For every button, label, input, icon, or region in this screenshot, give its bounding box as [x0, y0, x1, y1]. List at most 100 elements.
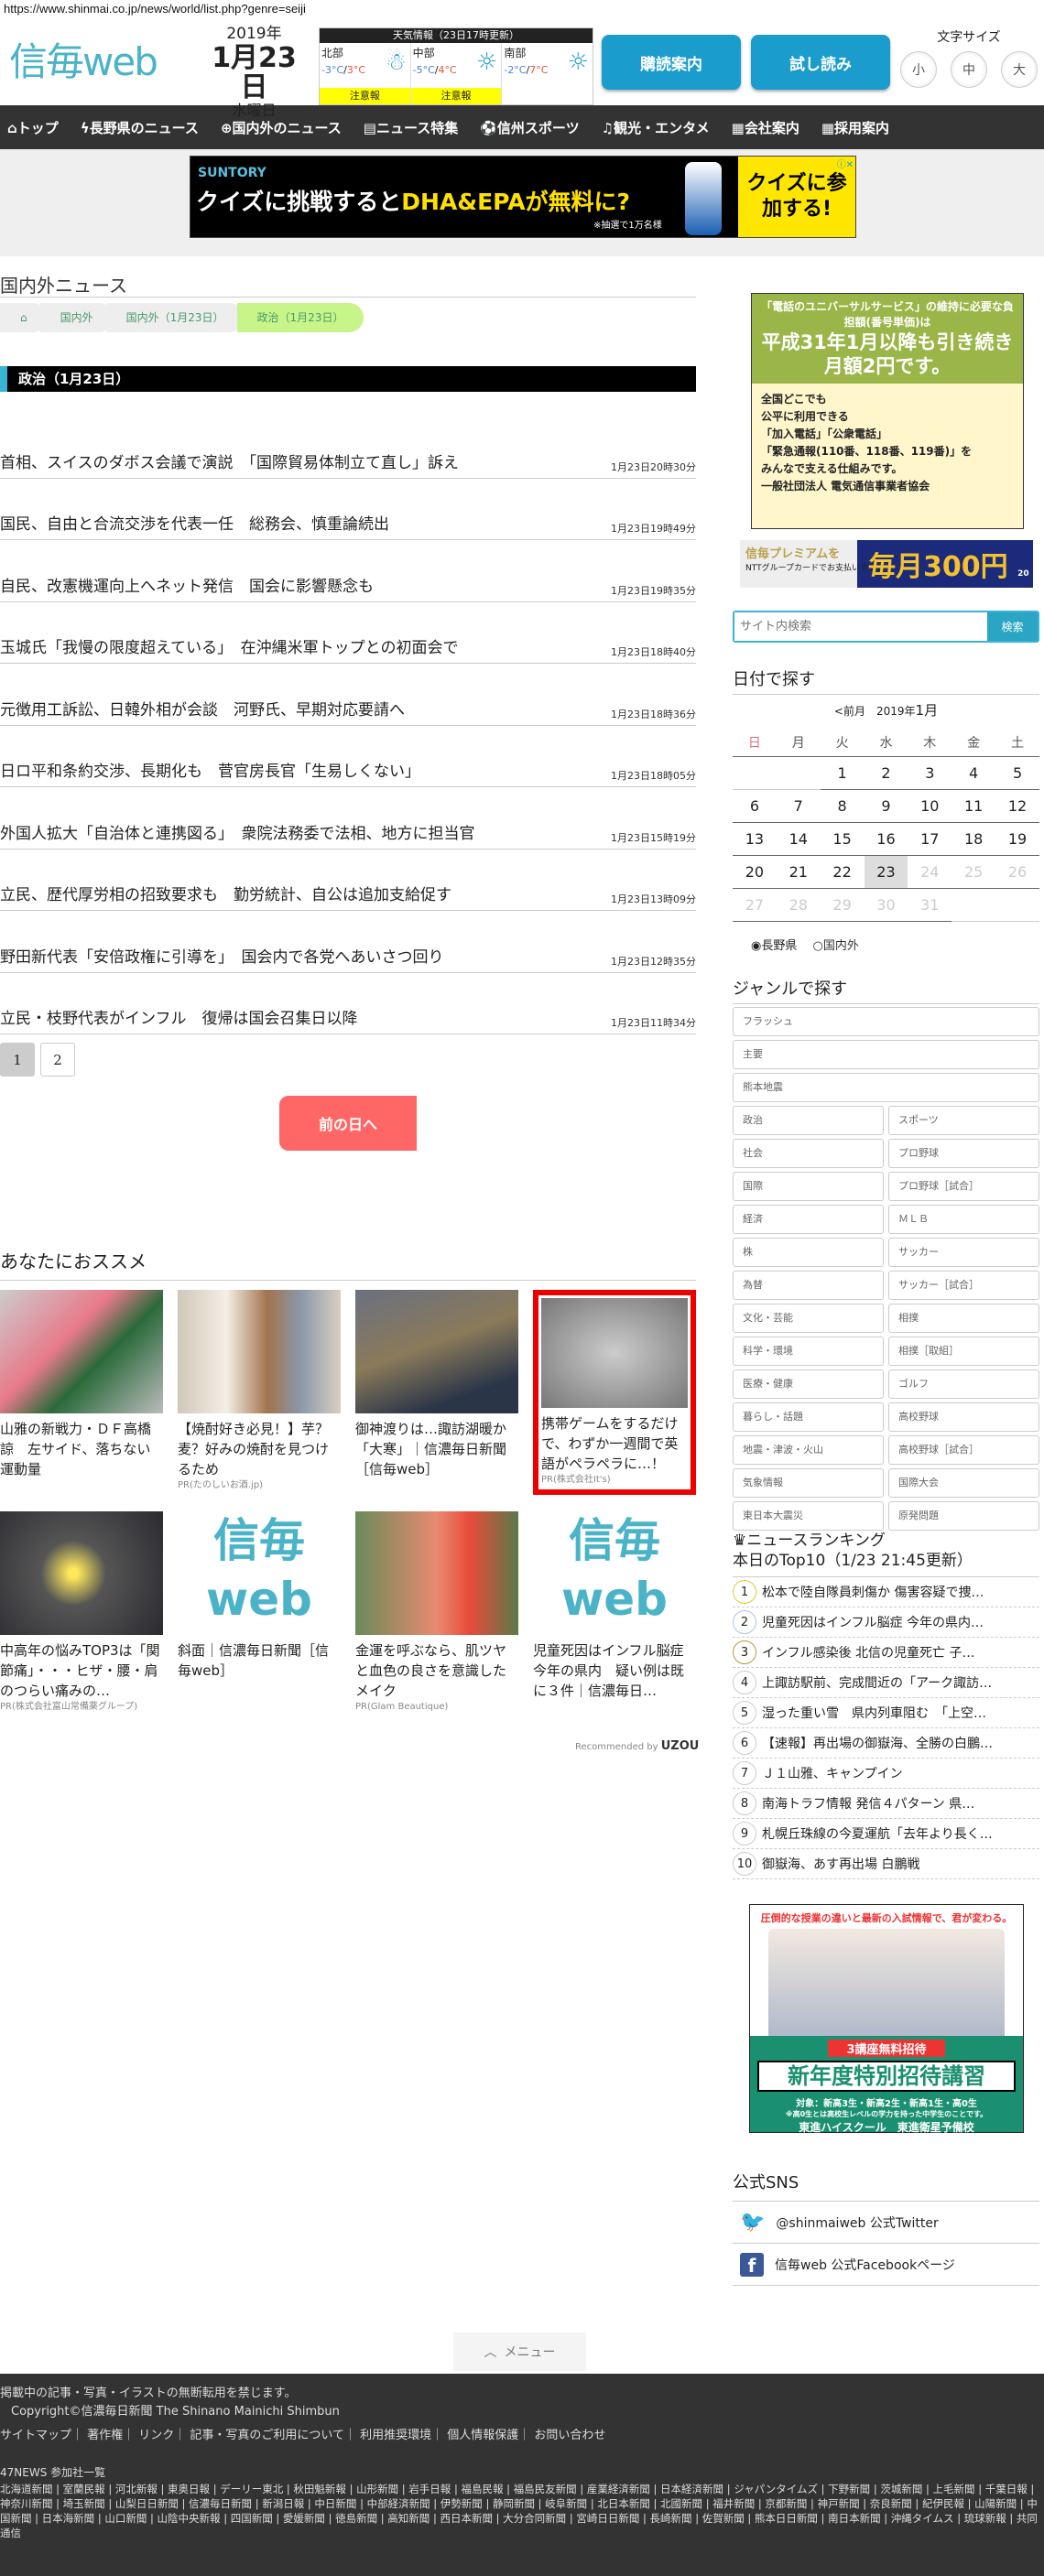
- calendar-day[interactable]: 3: [908, 756, 952, 790]
- nav-company[interactable]: ▦会社案内: [732, 118, 799, 137]
- recommend-card[interactable]: 山雅の新戦力・ＤＦ高橋諒 左サイド、落ちない運動量: [0, 1290, 163, 1479]
- nav-sports[interactable]: ⚽信州スポーツ: [480, 118, 579, 137]
- ranking-item[interactable]: 3 インフル感染後 北信の児童死亡 子…: [733, 1638, 1039, 1668]
- genre-button[interactable]: ＭＬＢ: [888, 1205, 1039, 1234]
- news-title[interactable]: 外国人拡大「自治体と連携図る」 衆院法務委で法相、地方に担当官: [0, 820, 475, 843]
- news-title[interactable]: 自民、改憲機運向上へネット発信 国会に影響懸念も: [0, 573, 374, 596]
- genre-button[interactable]: スポーツ: [888, 1106, 1039, 1135]
- calendar-day[interactable]: 21: [776, 855, 821, 889]
- genre-button[interactable]: サッカー: [888, 1238, 1039, 1267]
- calendar-day[interactable]: 15: [820, 822, 865, 856]
- genre-button[interactable]: 政治: [733, 1106, 884, 1135]
- ranking-item[interactable]: 5 湿った重い雪 県内列車阻む 「上空…: [733, 1698, 1039, 1728]
- genre-button[interactable]: 株: [733, 1238, 884, 1267]
- page-2[interactable]: 2: [40, 1043, 75, 1077]
- prev-day-button[interactable]: 前の日へ: [279, 1096, 417, 1151]
- recommend-card[interactable]: 御神渡りは…諏訪湖暖か「大寒」｜信濃毎日新聞［信毎web］: [355, 1290, 518, 1479]
- subscribe-button[interactable]: 購読案内: [602, 35, 741, 90]
- breadcrumb-item[interactable]: 国内外（1月23日）: [105, 303, 245, 332]
- recommend-card[interactable]: 携帯ゲームをするだけで、わずか一週間で英語がペラペラに…！ PR(株式会社It's…: [533, 1290, 696, 1495]
- news-item[interactable]: 玉城氏「我慢の限度超えている」 在沖縄米軍トップとの初面会で 1月23日18時40…: [0, 602, 696, 664]
- calendar-day[interactable]: 18: [952, 822, 996, 856]
- genre-button[interactable]: 経済: [733, 1205, 884, 1234]
- news-item[interactable]: 立民・枝野代表がインフル 復帰は国会召集日以降 1月23日11時34分: [0, 973, 696, 1034]
- genre-button[interactable]: 相撲: [888, 1304, 1039, 1333]
- calendar-day[interactable]: 10: [908, 789, 952, 823]
- genre-button[interactable]: 熊本地震: [733, 1073, 1039, 1102]
- ranking-item[interactable]: 6 【速報】再出場の御嶽海、全勝の白鵬…: [733, 1728, 1039, 1759]
- facebook-link[interactable]: f 信毎web 公式Facebookページ: [733, 2244, 1039, 2286]
- genre-button[interactable]: 為替: [733, 1271, 884, 1300]
- news-item[interactable]: 元徴用工訴訟、日韓外相が会談 河野氏、早期対応要請へ 1月23日18時36分: [0, 664, 696, 726]
- genre-button[interactable]: ゴルフ: [888, 1369, 1039, 1399]
- ranking-item[interactable]: 7 Ｊ１山雅、キャンプイン: [733, 1759, 1039, 1789]
- search-button[interactable]: 検索: [987, 612, 1038, 641]
- genre-button[interactable]: 社会: [733, 1139, 884, 1168]
- font-small-button[interactable]: 小: [900, 51, 937, 88]
- search-input[interactable]: [734, 612, 987, 641]
- genre-button[interactable]: サッカー［試合］: [888, 1271, 1039, 1300]
- news-title[interactable]: 野田新代表「安倍政権に引導を」 国会内で各党へあいさつ回り: [0, 944, 444, 967]
- nav-recruit[interactable]: ▦採用案内: [821, 118, 889, 137]
- weather-widget[interactable]: 天気情報（23日17時更新） 北部 -3°C/3°C ☃ 注意報 中部 -5°C/4°C…: [319, 27, 593, 105]
- footer-links[interactable]: サイトマップ｜ 著作権｜ リンク｜ 記事・写真のご利用について｜ 利用推奨環境｜…: [0, 2427, 1044, 2445]
- news-item[interactable]: 野田新代表「安倍政権に引導を」 国会内で各党へあいさつ回り 1月23日12時35分: [0, 911, 696, 973]
- universal-service-ad[interactable]: 「電話のユニバーサルサービス」の維持に必要な負担額(番号単価)は 平成31年1月以…: [751, 293, 1024, 529]
- twitter-link[interactable]: 🐦 @shinmaiweb 公式Twitter: [733, 2202, 1039, 2244]
- font-large-button[interactable]: 大: [1001, 51, 1038, 88]
- calendar-day[interactable]: 16: [864, 822, 908, 856]
- calendar-day[interactable]: 20: [733, 855, 777, 889]
- radio-world[interactable]: ○国内外: [813, 939, 859, 953]
- genre-button[interactable]: 高校野球: [888, 1402, 1039, 1432]
- news-title[interactable]: 日ロ平和条約交渉、長期化も 菅官房長官「生易しくない」: [0, 758, 420, 781]
- prev-month-link[interactable]: <前月: [834, 705, 865, 718]
- calendar-day[interactable]: 5: [995, 756, 1039, 790]
- recommend-card[interactable]: 信毎web 児童死因はインフル脳症 今年の県内 疑い例は既に３件｜信濃毎日…: [533, 1511, 698, 1701]
- trial-button[interactable]: 試し読み: [751, 35, 890, 90]
- news-title[interactable]: 首相、スイスのダボス会議で演説 「国際貿易体制立て直し」訴え: [0, 449, 459, 472]
- radio-nagano[interactable]: ◉長野県: [751, 939, 797, 953]
- calendar-day[interactable]: 6: [733, 789, 777, 823]
- ranking-item[interactable]: 4 上諏訪駅前、完成間近の「アーク諏訪…: [733, 1668, 1039, 1698]
- nav-world[interactable]: ⊕国内外のニュース: [221, 118, 342, 137]
- news-title[interactable]: 立民、歴代厚労相の招致要求も 勤労統計、自公は追加支給促す: [0, 882, 451, 904]
- news-item[interactable]: 日ロ平和条約交渉、長期化も 菅官房長官「生易しくない」 1月23日18時05分: [0, 726, 696, 787]
- genre-button[interactable]: 暮らし・話題: [733, 1402, 884, 1432]
- recommend-card[interactable]: 【焼酎好き必見！】芋？麦？好みの焼酎を見つけるため PR(たのしいお酒.jp): [178, 1290, 341, 1492]
- calendar-day[interactable]: 2: [864, 756, 908, 790]
- genre-button[interactable]: 原発問題: [888, 1501, 1039, 1531]
- suntory-ad[interactable]: SUNTORY クイズに挑戦するとDHA&EPAが無料に? ※抽選で1万名様 ク…: [190, 156, 856, 238]
- ranking-item[interactable]: 10 御嶽海、あす再出場 白鵬戦: [733, 1849, 1039, 1879]
- nav-tourism[interactable]: ♫観光・エンタメ: [602, 118, 710, 137]
- page-1[interactable]: 1: [0, 1043, 35, 1077]
- news-title[interactable]: 国民、自由と合流交渉を代表一任 総務会、慎重論続出: [0, 511, 389, 534]
- recommend-card[interactable]: 金運を呼ぶなら、肌ツヤと血色の良さを意識したメイク PR(Glam Beautiq…: [355, 1511, 518, 1714]
- recommend-card[interactable]: 信毎web 斜面｜信濃毎日新聞［信毎web］: [178, 1511, 341, 1681]
- calendar-day[interactable]: 13: [733, 822, 777, 856]
- site-logo[interactable]: 信毎web: [9, 31, 192, 87]
- font-medium-button[interactable]: 中: [951, 51, 987, 88]
- genre-button[interactable]: 相撲［取組］: [888, 1337, 1039, 1366]
- calendar-day[interactable]: 14: [776, 822, 821, 856]
- calendar-day[interactable]: 17: [908, 822, 952, 856]
- nav-nagano[interactable]: ϟ長野県のニュース: [81, 118, 199, 137]
- genre-button[interactable]: 東日本大震災: [733, 1501, 884, 1531]
- genre-button[interactable]: プロ野球: [888, 1139, 1039, 1168]
- news-item[interactable]: 自民、改憲機運向上へネット発信 国会に影響懸念も 1月23日19時35分: [0, 540, 696, 602]
- genre-button[interactable]: 気象情報: [733, 1468, 884, 1498]
- recommended-by[interactable]: Recommended by UZOU: [575, 1739, 699, 1753]
- news-title[interactable]: 立民・枝野代表がインフル 復帰は国会召集日以降: [0, 1005, 358, 1028]
- news-item[interactable]: 立民、歴代厚労相の招致要求も 勤労統計、自公は追加支給促す 1月23日13時09分: [0, 850, 696, 911]
- breadcrumb-item[interactable]: 国内外: [39, 303, 114, 332]
- calendar-day[interactable]: 23: [864, 855, 908, 889]
- genre-button[interactable]: 文化・芸能: [733, 1304, 884, 1333]
- recommend-card[interactable]: 中高年の悩みTOP3は「関節痛」・・・ヒザ・腰・肩のつらい痛みの… PR(株式会社…: [0, 1511, 163, 1714]
- genre-button[interactable]: 地震・津波・火山: [733, 1435, 884, 1465]
- calendar-day[interactable]: 1: [820, 756, 865, 790]
- ranking-item[interactable]: 8 南海トラフ情報 発信４パターン 県…: [733, 1789, 1039, 1819]
- calendar-day[interactable]: 8: [820, 789, 865, 823]
- news-item[interactable]: 外国人拡大「自治体と連携図る」 衆院法務委で法相、地方に担当官 1月23日15時1…: [0, 787, 696, 850]
- calendar-day[interactable]: 19: [995, 822, 1039, 856]
- ranking-item[interactable]: 2 児童死因はインフル脳症 今年の県内…: [733, 1607, 1039, 1638]
- genre-button[interactable]: プロ野球［試合］: [888, 1172, 1039, 1201]
